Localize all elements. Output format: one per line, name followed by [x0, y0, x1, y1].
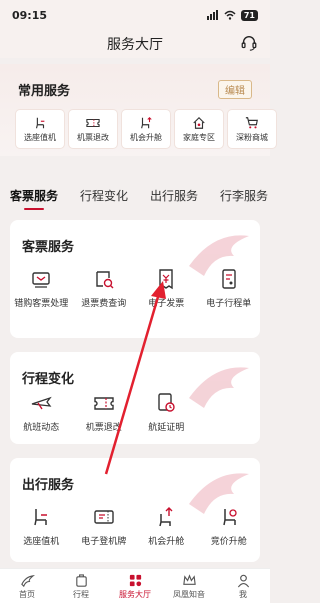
change-item-label: 航延证明 — [148, 423, 185, 433]
title-bar: 服务大厅 — [0, 30, 270, 58]
ticket-services-card: 客票服务 错购客票处理 退票费查询 电子发票 电子行程单 — [10, 220, 260, 338]
common-item-refund[interactable]: 机票退改 — [69, 110, 117, 148]
status-time: 09:15 — [12, 8, 48, 22]
user-icon — [237, 574, 249, 587]
delay-cert-icon — [158, 393, 175, 412]
ticket-fix-icon — [32, 272, 50, 288]
category-tabs: 客票服务 行程变化 出行服务 行李服务 特 — [0, 180, 270, 210]
nav-label: 我 — [239, 589, 247, 599]
cart-icon — [245, 116, 258, 128]
home-tab-icon — [20, 574, 35, 587]
travel-services-title: 出行服务 — [22, 478, 75, 493]
change-item-label: 机票退改 — [85, 423, 122, 433]
nav-phoenix-miles[interactable]: 凤凰知音 — [162, 569, 216, 603]
travel-item-boarding-pass[interactable]: 电子登机牌 — [73, 506, 136, 547]
page-title: 服务大厅 — [107, 37, 163, 53]
service-hall-icon — [129, 574, 141, 586]
status-bar: 09:15 71 — [0, 0, 270, 30]
common-item-label: 深粉商城 — [236, 132, 268, 142]
change-item-label: 航班动态 — [23, 423, 60, 433]
seat-icon — [35, 117, 45, 128]
crown-icon — [182, 573, 196, 585]
common-item-label: 选座值机 — [24, 132, 56, 142]
travel-item-label: 选座值机 — [23, 537, 60, 547]
common-services-panel: 常用服务 编辑 选座值机 机票退改 机会升舱 家庭专区 深粉商城 — [0, 64, 276, 156]
travel-item-label: 竞价升舱 — [210, 537, 247, 547]
common-services-row: 选座值机 机票退改 机会升舱 家庭专区 深粉商城 — [16, 110, 276, 148]
common-item-label: 家庭专区 — [183, 132, 215, 142]
signal-icon — [206, 10, 218, 20]
nav-home[interactable]: 首页 — [0, 569, 54, 603]
ticket-icon — [86, 118, 100, 127]
nav-label: 首页 — [19, 589, 35, 599]
boarding-pass-icon — [94, 510, 114, 524]
itinerary-change-title: 行程变化 — [22, 372, 75, 387]
common-services-title: 常用服务 — [18, 84, 71, 99]
itinerary-change-card: 行程变化 航班动态 机票退改 航延证明 — [10, 352, 260, 444]
change-item-flight-status[interactable]: 航班动态 — [10, 392, 73, 433]
ticket-item-refund-query[interactable]: 退票费查询 — [73, 268, 136, 309]
travel-services-grid: 选座值机 电子登机牌 机会升舱 竞价升舱 — [10, 506, 260, 547]
travel-services-card: 出行服务 选座值机 电子登机牌 机会升舱 竞价升舱 — [10, 458, 260, 562]
edit-button[interactable]: 编辑 — [218, 80, 252, 99]
refund-search-icon — [96, 271, 114, 289]
travel-item-seat[interactable]: 选座值机 — [10, 506, 73, 547]
ticket-item-invoice[interactable]: 电子发票 — [135, 268, 198, 309]
tab-ticket[interactable]: 客票服务 — [10, 187, 58, 210]
upgrade-seat-icon — [141, 116, 152, 128]
tab-travel[interactable]: 出行服务 — [150, 187, 198, 204]
common-item-family[interactable]: 家庭专区 — [175, 110, 223, 148]
ticket-item-label: 电子行程单 — [206, 299, 252, 309]
change-item-delay-cert[interactable]: 航延证明 — [135, 392, 198, 433]
common-item-seat[interactable]: 选座值机 — [16, 110, 64, 148]
common-item-label: 机票退改 — [77, 132, 109, 142]
ticket-services-grid: 错购客票处理 退票费查询 电子发票 电子行程单 — [10, 268, 260, 309]
travel-item-upgrade[interactable]: 机会升舱 — [135, 506, 198, 547]
common-item-upgrade[interactable]: 机会升舱 — [122, 110, 170, 148]
itinerary-change-grid: 航班动态 机票退改 航延证明 — [10, 392, 260, 433]
ticket-item-label: 退票费查询 — [81, 299, 127, 309]
ticket-item-label: 错购客票处理 — [14, 299, 69, 309]
nav-label: 行程 — [73, 589, 89, 599]
status-icons: 71 — [206, 9, 258, 21]
wifi-icon — [224, 10, 236, 20]
headset-icon[interactable] — [240, 34, 258, 52]
travel-item-label: 机会升舱 — [148, 537, 185, 547]
nav-me[interactable]: 我 — [216, 569, 270, 603]
ticket-item-itinerary[interactable]: 电子行程单 — [198, 268, 261, 309]
travel-item-bid-upgrade[interactable]: 竞价升舱 — [198, 506, 261, 547]
ticket-services-title: 客票服务 — [22, 240, 75, 255]
home-icon — [193, 116, 205, 129]
travel-item-label: 电子登机牌 — [81, 537, 127, 547]
common-item-label: 机会升舱 — [130, 132, 162, 142]
change-item-refund[interactable]: 机票退改 — [73, 392, 136, 433]
upgrade-seat-icon — [159, 507, 173, 527]
plane-icon — [32, 396, 53, 410]
ticket-item-wrong-purchase[interactable]: 错购客票处理 — [10, 268, 73, 309]
common-item-mall[interactable]: 深粉商城 — [228, 110, 276, 148]
nav-label: 凤凰知音 — [173, 589, 205, 599]
ticket-icon — [94, 397, 114, 410]
bottom-nav: 首页 行程 服务大厅 凤凰知音 我 — [0, 568, 270, 603]
itinerary-icon — [222, 269, 236, 289]
nav-trips[interactable]: 行程 — [54, 569, 108, 603]
seat-icon — [34, 509, 48, 526]
ticket-item-label: 电子发票 — [148, 299, 185, 309]
battery-level: 71 — [240, 9, 258, 21]
bid-seat-icon — [223, 509, 237, 526]
nav-service-hall[interactable]: 服务大厅 — [108, 569, 162, 603]
tab-luggage[interactable]: 行李服务 — [220, 187, 268, 204]
nav-label: 服务大厅 — [119, 589, 151, 599]
invoice-icon — [159, 269, 173, 290]
tab-change[interactable]: 行程变化 — [80, 187, 128, 204]
luggage-icon — [75, 573, 87, 587]
